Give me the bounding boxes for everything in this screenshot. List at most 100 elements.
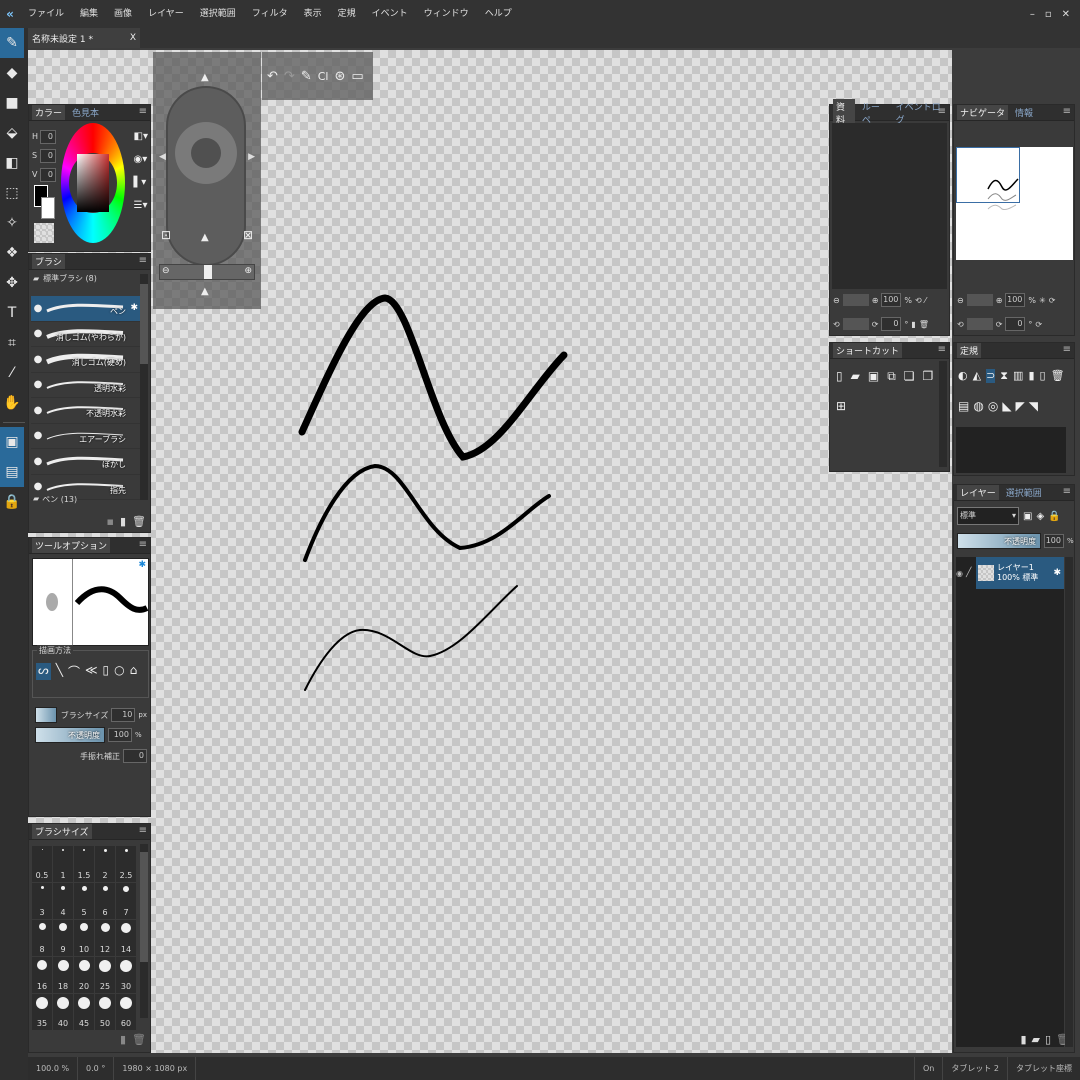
brush-size-cell[interactable]: 1 bbox=[53, 846, 73, 882]
rotate-right-icon[interactable]: ⟳ bbox=[872, 320, 879, 329]
brush-item[interactable]: ● ぼかし bbox=[31, 449, 140, 475]
layer-clip-icon[interactable]: ▣ bbox=[1023, 511, 1032, 522]
layer-opacity-slider[interactable]: 不透明度 bbox=[957, 533, 1041, 549]
brush-size-cell[interactable]: 35 bbox=[32, 994, 52, 1030]
zoom-fit-icon[interactable]: ⊡ bbox=[161, 228, 171, 242]
brush-size-cell[interactable]: 2.5 bbox=[116, 846, 136, 882]
brush-size-cell[interactable]: 12 bbox=[95, 920, 115, 956]
new-folder-icon[interactable]: ▰ bbox=[1032, 1033, 1040, 1046]
ruler-parallel-icon[interactable]: ▤ bbox=[958, 399, 969, 413]
grid-icon[interactable]: ⊛ bbox=[334, 69, 345, 84]
line-icon[interactable]: ╲ bbox=[56, 663, 63, 680]
brush-item[interactable]: ● ペン ✱ bbox=[31, 296, 140, 322]
brush-size-input[interactable]: 10 bbox=[111, 708, 136, 722]
brush-size-cell[interactable]: 10 bbox=[74, 920, 94, 956]
brush-size-cell[interactable]: 3 bbox=[32, 883, 52, 919]
brush-size-cell[interactable]: 4 bbox=[53, 883, 73, 919]
transparent-swatch[interactable] bbox=[34, 223, 54, 243]
zoom-down-button[interactable]: ▲ bbox=[201, 286, 209, 297]
cl-icon[interactable]: Cl bbox=[318, 70, 329, 83]
rotate-left-icon[interactable]: ◀ bbox=[159, 152, 166, 162]
tab-info[interactable]: 情報 bbox=[1012, 105, 1036, 120]
open-folder-icon[interactable]: ▰ bbox=[851, 369, 860, 384]
brush-size-cell[interactable]: 0.5 bbox=[32, 846, 52, 882]
freehand-icon[interactable]: ᔕ bbox=[36, 663, 51, 680]
rotate-up-button[interactable]: ▲ bbox=[201, 72, 209, 83]
brush-size-cell[interactable]: 25 bbox=[95, 957, 115, 993]
brush-item[interactable]: ● エアーブラシ bbox=[31, 424, 140, 449]
new-size-icon[interactable]: ▮ bbox=[120, 1033, 126, 1046]
rotate-reset-icon[interactable]: ⊠ bbox=[243, 228, 253, 242]
trash-icon[interactable]: 🗑 bbox=[132, 515, 146, 528]
brush-group-header[interactable]: ▰ 標準ブラシ (8) bbox=[29, 270, 150, 286]
zoom-slider[interactable]: ⊖ ⊕ bbox=[159, 264, 255, 280]
reset-rotation-icon[interactable]: ⟳ bbox=[1035, 320, 1042, 329]
ruler-2pt-icon[interactable]: ◤ bbox=[1016, 399, 1025, 413]
trash-icon[interactable]: 🗑 bbox=[1051, 369, 1065, 383]
rotate-down-button[interactable]: ▲ bbox=[201, 232, 209, 243]
panel-menu-icon[interactable]: ≡ bbox=[139, 539, 147, 550]
brush-size-slider[interactable] bbox=[35, 707, 57, 723]
ruler-grid-icon[interactable]: ▥ bbox=[1013, 369, 1023, 383]
color-target-icon[interactable]: ◉▾ bbox=[134, 154, 148, 165]
blend-mode-select[interactable]: 標準 ▾ bbox=[957, 507, 1019, 525]
brush-size-cell[interactable]: 6 bbox=[95, 883, 115, 919]
curve-icon[interactable]: ⌒ bbox=[68, 663, 80, 680]
ruler-hide-icon[interactable]: ◐ bbox=[958, 369, 968, 383]
copy-icon[interactable]: ▪ bbox=[107, 515, 114, 528]
ruler-edit-icon[interactable]: ▮ bbox=[1028, 369, 1034, 383]
resources-rotation-input[interactable]: 0 bbox=[881, 317, 902, 331]
duplicate-layer-icon[interactable]: ▯ bbox=[1045, 1033, 1051, 1046]
color-tab[interactable]: カラー bbox=[32, 105, 66, 120]
eyedropper-icon[interactable]: ⁄ bbox=[925, 296, 926, 305]
ruler-vanish-icon[interactable]: ⧗ bbox=[1000, 369, 1008, 383]
save-as-icon[interactable]: ⧉ bbox=[887, 369, 896, 384]
layer-lock-icon[interactable]: 🔒 bbox=[1048, 511, 1060, 522]
layer-settings-icon[interactable]: ✱ bbox=[1053, 568, 1061, 578]
opacity-slider[interactable]: 不透明度 bbox=[35, 727, 105, 743]
visibility-icon[interactable]: ◉ bbox=[956, 569, 966, 578]
brush-size-cell[interactable]: 1.5 bbox=[74, 846, 94, 882]
tab-navigator[interactable]: ナビゲータ bbox=[957, 105, 1009, 120]
window-icon[interactable]: ▭ bbox=[351, 69, 363, 84]
layer-row[interactable]: ◉ ╱ レイヤー1 100% 標準 ✱ bbox=[956, 557, 1064, 589]
tab-selection[interactable]: 選択範囲 bbox=[1003, 485, 1045, 500]
zoom-in-icon[interactable]: ⊕ bbox=[244, 266, 252, 276]
panel-menu-icon[interactable]: ≡ bbox=[1063, 106, 1071, 117]
brush-item[interactable]: ● 消しゴム(硬め) bbox=[31, 347, 140, 373]
ruler-snap-icon[interactable]: ⊃ bbox=[986, 369, 996, 383]
tab-layers[interactable]: レイヤー bbox=[957, 485, 999, 500]
copy-icon[interactable]: ❏ bbox=[904, 369, 915, 384]
bg-color-swatch[interactable] bbox=[41, 197, 55, 219]
rotate-right-icon[interactable]: ⟳ bbox=[996, 320, 1003, 329]
size-scrollbar[interactable] bbox=[140, 844, 148, 1018]
brush-size-cell[interactable]: 2 bbox=[95, 846, 115, 882]
zoom-in-icon[interactable]: ⊕ bbox=[872, 296, 879, 305]
brush-size-cell[interactable]: 30 bbox=[116, 957, 136, 993]
ruler-concentric-icon[interactable]: ◎ bbox=[988, 399, 998, 413]
open-icon[interactable]: ▮ bbox=[911, 320, 915, 329]
pen-icon[interactable]: ✎ bbox=[301, 69, 312, 84]
panel-menu-icon[interactable]: ≡ bbox=[139, 255, 147, 266]
brush-scrollbar[interactable] bbox=[140, 274, 148, 500]
new-file-icon[interactable]: ▯ bbox=[836, 369, 843, 384]
paste-icon[interactable]: ❐ bbox=[923, 369, 934, 384]
polyline-icon[interactable]: ≪ bbox=[85, 663, 98, 680]
settings-icon[interactable]: ✱ bbox=[130, 303, 138, 313]
settings-icon[interactable]: ✱ bbox=[138, 560, 146, 570]
layer-opacity-input[interactable]: 100 bbox=[1044, 534, 1064, 548]
redo-icon[interactable]: ↷ bbox=[284, 69, 295, 84]
swatch-tab[interactable]: 色見本 bbox=[69, 105, 102, 120]
trash-icon[interactable]: 🗑 bbox=[919, 320, 929, 329]
ruler-radial-icon[interactable]: ◍ bbox=[973, 399, 983, 413]
brush-size-cell[interactable]: 9 bbox=[53, 920, 73, 956]
brush-item[interactable]: ● 消しゴム(やわらか) bbox=[31, 322, 140, 347]
panel-menu-icon[interactable]: ≡ bbox=[1063, 344, 1071, 355]
rotate-left-icon[interactable]: ⟲ bbox=[957, 320, 964, 329]
brush-size-cell[interactable]: 50 bbox=[95, 994, 115, 1030]
stabilizer-input[interactable]: 0 bbox=[123, 749, 147, 763]
rotate-right-icon[interactable]: ▶ bbox=[248, 152, 255, 162]
brush-group-footer[interactable]: ▰ ペン (13) bbox=[33, 494, 77, 505]
panel-menu-icon[interactable]: ≡ bbox=[938, 106, 946, 117]
trash-icon[interactable]: 🗑 bbox=[132, 1033, 146, 1046]
